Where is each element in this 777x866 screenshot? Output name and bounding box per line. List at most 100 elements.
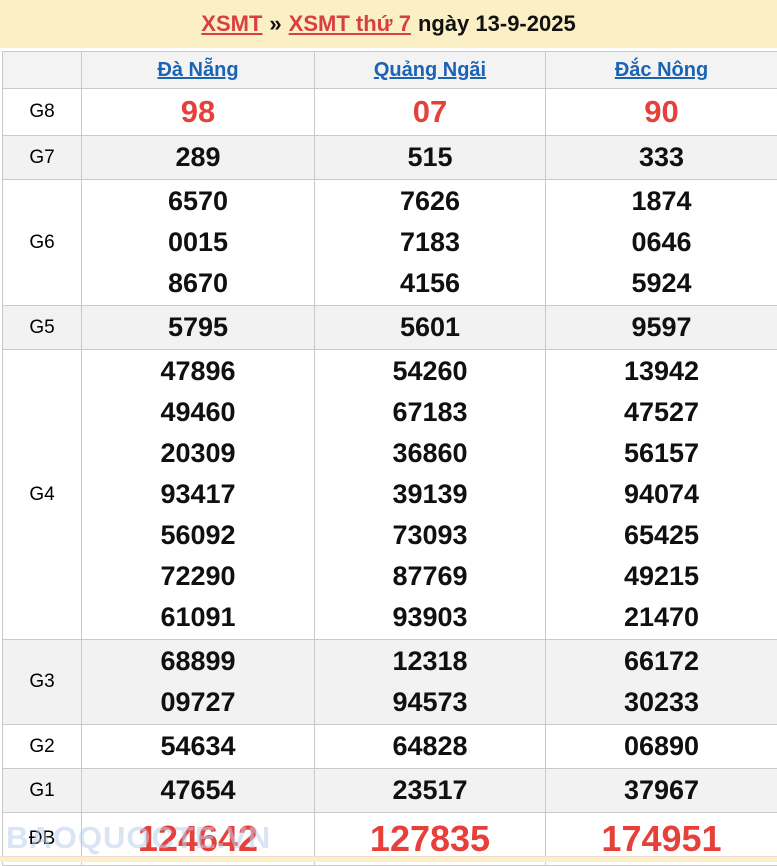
prize-number: 66172 [546,641,777,682]
prize-number: 6570 [82,181,314,222]
table-row-g5: G5 5795 5601 9597 [3,306,777,350]
prize-number: 5795 [82,307,314,348]
lottery-results-table: Đà Nẵng Quảng Ngãi Đắc Nông G8 98 07 90 … [2,51,777,866]
prize-number: 21470 [546,597,777,638]
cell-g3-da-nang: 68899 09727 [82,640,315,725]
prize-number: 54260 [315,351,545,392]
cell-g8-quang-ngai: 07 [315,89,546,136]
prize-number: 49215 [546,556,777,597]
table-row-g2: G2 54634 64828 06890 [3,725,777,769]
prize-label-g3: G3 [3,640,82,725]
prize-number: 1874 [546,181,777,222]
prize-number: 39139 [315,474,545,515]
cell-g7-da-nang: 289 [82,136,315,180]
cell-g2-da-nang: 54634 [82,725,315,769]
prize-number: 90 [546,90,777,134]
prize-number: 94573 [315,682,545,723]
cell-g5-quang-ngai: 5601 [315,306,546,350]
prize-number: 67183 [315,392,545,433]
breadcrumb-separator: » [269,11,281,37]
prize-number: 515 [315,137,545,178]
prize-number: 13942 [546,351,777,392]
cell-g4-dac-nong: 13942 47527 56157 94074 65425 49215 2147… [546,350,777,640]
prize-number: 68899 [82,641,314,682]
prize-number: 5601 [315,307,545,348]
prize-number: 36860 [315,433,545,474]
cell-g1-da-nang: 47654 [82,769,315,813]
table-row-g1: G1 47654 23517 37967 [3,769,777,813]
prize-number: 64828 [315,726,545,767]
cell-g3-quang-ngai: 12318 94573 [315,640,546,725]
prize-label-g4: G4 [3,350,82,640]
column-header-row: Đà Nẵng Quảng Ngãi Đắc Nông [3,52,777,89]
results-table-wrapper: Đà Nẵng Quảng Ngãi Đắc Nông G8 98 07 90 … [2,51,775,866]
xsmt-link[interactable]: XSMT [201,11,262,37]
cell-g2-quang-ngai: 64828 [315,725,546,769]
prize-number: 56092 [82,515,314,556]
cell-g3-dac-nong: 66172 30233 [546,640,777,725]
table-row-g3: G3 68899 09727 12318 94573 66172 30233 [3,640,777,725]
table-row-g8: G8 98 07 90 [3,89,777,136]
cell-g8-dac-nong: 90 [546,89,777,136]
table-row-g6: G6 6570 0015 8670 7626 7183 4156 1874 06… [3,180,777,306]
prize-label-g5: G5 [3,306,82,350]
table-row-g7: G7 289 515 333 [3,136,777,180]
cell-g7-dac-nong: 333 [546,136,777,180]
prize-number: 333 [546,137,777,178]
prize-label-g6: G6 [3,180,82,306]
prize-number: 20309 [82,433,314,474]
prize-label-g1: G1 [3,769,82,813]
prize-label-g8: G8 [3,89,82,136]
cell-g6-da-nang: 6570 0015 8670 [82,180,315,306]
prize-label-g2: G2 [3,725,82,769]
corner-header-cell [3,52,82,89]
prize-number: 54634 [82,726,314,767]
prize-number: 23517 [315,770,545,811]
prize-label-g7: G7 [3,136,82,180]
prize-number: 47527 [546,392,777,433]
xsmt-thu7-link[interactable]: XSMT thứ 7 [289,11,411,37]
column-header-da-nang: Đà Nẵng [82,52,315,89]
prize-number: 06890 [546,726,777,767]
prize-number: 98 [82,90,314,134]
draw-date: ngày 13-9-2025 [418,11,576,37]
quang-ngai-link[interactable]: Quảng Ngãi [374,59,486,81]
prize-number: 93417 [82,474,314,515]
prize-number: 0646 [546,222,777,263]
prize-number: 8670 [82,263,314,304]
column-header-quang-ngai: Quảng Ngãi [315,52,546,89]
prize-number: 73093 [315,515,545,556]
prize-number: 37967 [546,770,777,811]
column-header-dac-nong: Đắc Nông [546,52,777,89]
prize-number: 93903 [315,597,545,638]
prize-number: 61091 [82,597,314,638]
prize-number: 47896 [82,351,314,392]
prize-number: 47654 [82,770,314,811]
da-nang-link[interactable]: Đà Nẵng [157,59,238,81]
prize-number: 56157 [546,433,777,474]
prize-number: 49460 [82,392,314,433]
prize-number: 0015 [82,222,314,263]
cell-g5-da-nang: 5795 [82,306,315,350]
prize-number: 07 [315,90,545,134]
cell-g4-da-nang: 47896 49460 20309 93417 56092 72290 6109… [82,350,315,640]
prize-number: 30233 [546,682,777,723]
cell-g7-quang-ngai: 515 [315,136,546,180]
prize-number: 09727 [82,682,314,723]
prize-number: 4156 [315,263,545,304]
prize-number: 65425 [546,515,777,556]
cell-g8-da-nang: 98 [82,89,315,136]
title-banner: XSMT » XSMT thứ 7 ngày 13-9-2025 [0,0,777,48]
cell-g1-quang-ngai: 23517 [315,769,546,813]
prize-number: 9597 [546,307,777,348]
prize-number: 94074 [546,474,777,515]
prize-number: 87769 [315,556,545,597]
table-row-g4: G4 47896 49460 20309 93417 56092 72290 6… [3,350,777,640]
prize-number: 7183 [315,222,545,263]
cell-g5-dac-nong: 9597 [546,306,777,350]
cell-g6-dac-nong: 1874 0646 5924 [546,180,777,306]
prize-number: 289 [82,137,314,178]
prize-number: 12318 [315,641,545,682]
cell-g4-quang-ngai: 54260 67183 36860 39139 73093 87769 9390… [315,350,546,640]
dac-nong-link[interactable]: Đắc Nông [615,59,708,81]
